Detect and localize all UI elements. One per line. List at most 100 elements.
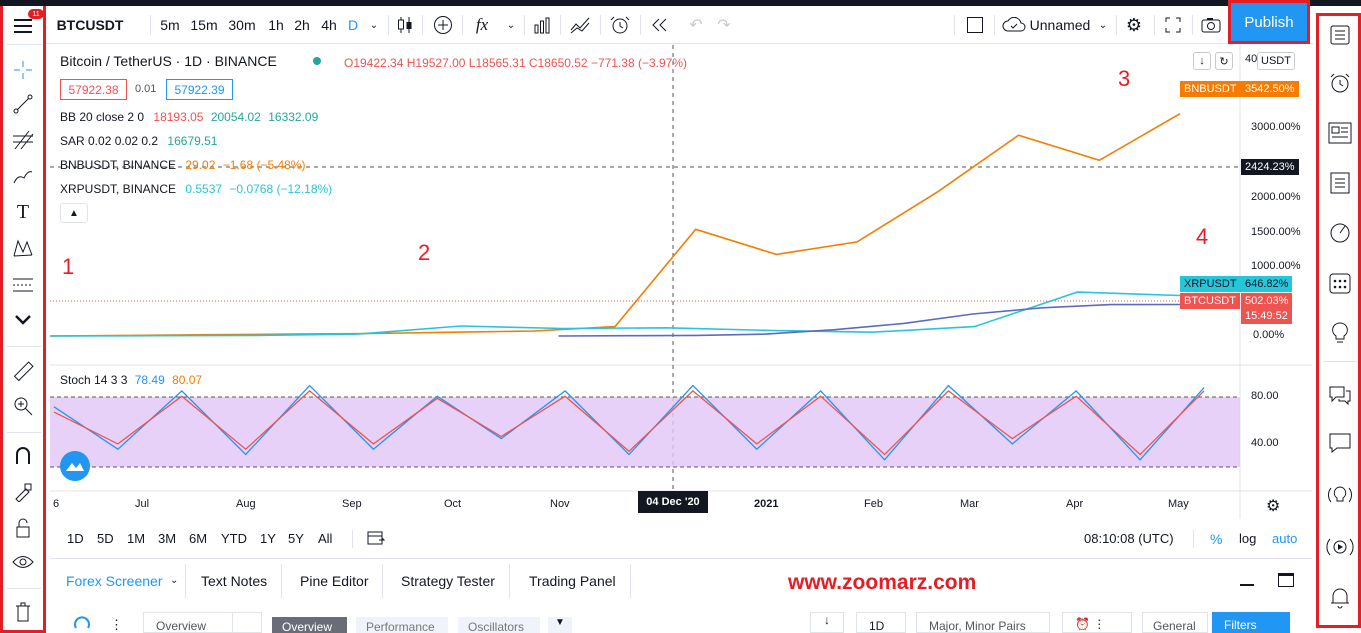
tradingview-logo-icon[interactable] <box>60 451 90 481</box>
publish-button[interactable]: Publish <box>1228 0 1310 44</box>
more-icon[interactable]: ⋮ <box>110 617 123 633</box>
ideas-stream-icon[interactable] <box>1325 480 1355 510</box>
refresh-icon[interactable] <box>72 614 100 633</box>
layout-select-icon[interactable] <box>962 12 988 38</box>
range-6m[interactable]: 6M <box>189 531 207 546</box>
redo-icon[interactable]: ↷ <box>712 12 736 38</box>
currency-button[interactable]: USDT <box>1257 52 1295 70</box>
symbol-search[interactable]: BTCUSDT <box>57 12 124 38</box>
lock-icon[interactable] <box>9 514 37 542</box>
chevron-down-icon[interactable]: ⌄ <box>1094 12 1112 38</box>
bnb-compare-legend[interactable]: BNBUSDT, BINANCE 29.02 −1.68 (−5.48%) <box>60 158 305 172</box>
gear-icon[interactable]: ⚙ <box>1120 12 1148 38</box>
trash-icon[interactable] <box>9 598 37 626</box>
eye-icon[interactable] <box>9 548 37 576</box>
chats-icon[interactable] <box>1325 380 1355 410</box>
pattern-icon[interactable] <box>9 234 37 262</box>
alert-icon[interactable] <box>606 12 634 38</box>
compare-icon[interactable] <box>566 12 594 38</box>
range-1d[interactable]: 1D <box>67 531 84 546</box>
percent-toggle[interactable]: % <box>1210 531 1222 547</box>
tab-pine-editor[interactable]: Pine Editor <box>286 564 384 598</box>
replay-icon[interactable] <box>646 12 672 38</box>
interval-30m[interactable]: 30m <box>224 12 260 38</box>
hotlist-icon[interactable] <box>1325 218 1355 248</box>
watchlist-icon[interactable] <box>1325 20 1355 50</box>
range-1m[interactable]: 1M <box>127 531 145 546</box>
tab-strategy-tester[interactable]: Strategy Tester <box>387 564 510 598</box>
calendar-icon[interactable] <box>1325 268 1355 298</box>
sync-icon[interactable]: ↻ <box>1215 52 1233 70</box>
bell-icon[interactable] <box>1325 582 1355 612</box>
interval-2h[interactable]: 2h <box>290 12 314 38</box>
range-ytd[interactable]: YTD <box>221 531 247 546</box>
interval-5m[interactable]: 5m <box>156 12 184 38</box>
minimize-icon[interactable] <box>1240 584 1254 586</box>
columns-icon[interactable] <box>232 612 262 633</box>
chevron-down-icon[interactable]: ⌄ <box>170 575 178 586</box>
bb-indicator-legend[interactable]: BB 20 close 2 0 18193.05 20054.02 16332.… <box>60 110 318 124</box>
interval-select[interactable]: 1D <box>856 612 906 633</box>
tab-oscillators[interactable]: Oscillators <box>458 617 540 633</box>
range-5y[interactable]: 5Y <box>288 531 304 546</box>
xrp-compare-legend[interactable]: XRPUSDT, BINANCE 0.5537 −0.0768 (−12.18%… <box>60 182 332 196</box>
range-all[interactable]: All <box>318 531 332 546</box>
interval-d[interactable]: D <box>344 12 362 38</box>
tab-trading-panel[interactable]: Trading Panel <box>515 564 631 598</box>
chevron-down-icon[interactable]: ⌄ <box>364 12 384 38</box>
interval-1h[interactable]: 1h <box>264 12 288 38</box>
brush-icon[interactable] <box>9 162 37 190</box>
alarm-clock-icon[interactable]: ⏰ ⋮ <box>1062 612 1132 633</box>
fib-icon[interactable] <box>9 126 37 154</box>
sell-button[interactable]: 57922.38 <box>60 79 127 100</box>
camera-icon[interactable] <box>1198 12 1224 38</box>
range-1y[interactable]: 1Y <box>260 531 276 546</box>
range-5d[interactable]: 5D <box>97 531 114 546</box>
text-icon[interactable]: T <box>9 198 37 226</box>
financials-icon[interactable] <box>530 12 554 38</box>
chat-icon[interactable] <box>1325 428 1355 458</box>
buy-button[interactable]: 57922.39 <box>166 79 233 100</box>
gear-icon[interactable]: ⚙ <box>1266 496 1280 516</box>
interval-4h[interactable]: 4h <box>316 12 342 38</box>
undo-icon[interactable]: ↶ <box>684 12 708 38</box>
filters-button[interactable]: Filters <box>1212 612 1290 633</box>
interval-15m[interactable]: 15m <box>188 12 220 38</box>
chevron-down-icon[interactable]: ▼ <box>548 617 572 633</box>
tab-forex-screener[interactable]: Forex Screener <box>52 564 176 598</box>
download-icon[interactable]: ↓ <box>810 612 844 633</box>
range-3m[interactable]: 3M <box>158 531 176 546</box>
goto-date-icon[interactable] <box>366 528 386 548</box>
lock-drawing-icon[interactable] <box>9 478 37 506</box>
maximize-icon[interactable] <box>1278 573 1294 587</box>
stoch-legend[interactable]: Stoch 14 3 3 78.49 80.07 <box>60 373 202 387</box>
log-toggle[interactable]: log <box>1239 531 1256 546</box>
auto-toggle[interactable]: auto <box>1272 531 1297 546</box>
crosshair-icon[interactable] <box>9 56 37 84</box>
add-compare-icon[interactable] <box>430 12 456 38</box>
layout-name[interactable]: Unnamed <box>1028 12 1092 38</box>
tab-overview[interactable]: Overview <box>272 617 347 633</box>
general-select[interactable]: General <box>1142 612 1208 633</box>
lightbulb-icon[interactable] <box>1325 318 1355 348</box>
zoom-icon[interactable] <box>9 392 37 420</box>
ruler-icon[interactable] <box>9 358 37 386</box>
collapse-legend-icon[interactable]: ▲ <box>60 203 88 223</box>
clock[interactable]: 08:10:08 (UTC) <box>1084 531 1174 546</box>
streams-icon[interactable] <box>1325 532 1355 562</box>
chevron-down-icon[interactable]: ⌄ <box>502 12 520 38</box>
cloud-icon[interactable] <box>1000 12 1028 38</box>
alarm-clock-icon[interactable] <box>1325 68 1355 98</box>
candlestick-icon[interactable] <box>394 12 416 38</box>
indicators-icon[interactable]: fx <box>470 12 494 38</box>
pairs-select[interactable]: Major, Minor Pairs <box>916 612 1050 633</box>
arrow-down-icon[interactable]: ↓ <box>1193 52 1211 70</box>
prediction-icon[interactable] <box>9 270 37 298</box>
magnet-icon[interactable] <box>9 442 37 470</box>
tab-text-notes[interactable]: Text Notes <box>187 564 283 598</box>
sar-indicator-legend[interactable]: SAR 0.02 0.02 0.2 16679.51 <box>60 134 217 148</box>
fullscreen-icon[interactable] <box>1160 12 1186 38</box>
news-icon[interactable] <box>1325 118 1355 148</box>
trend-line-icon[interactable] <box>9 90 37 118</box>
data-window-icon[interactable] <box>1325 168 1355 198</box>
